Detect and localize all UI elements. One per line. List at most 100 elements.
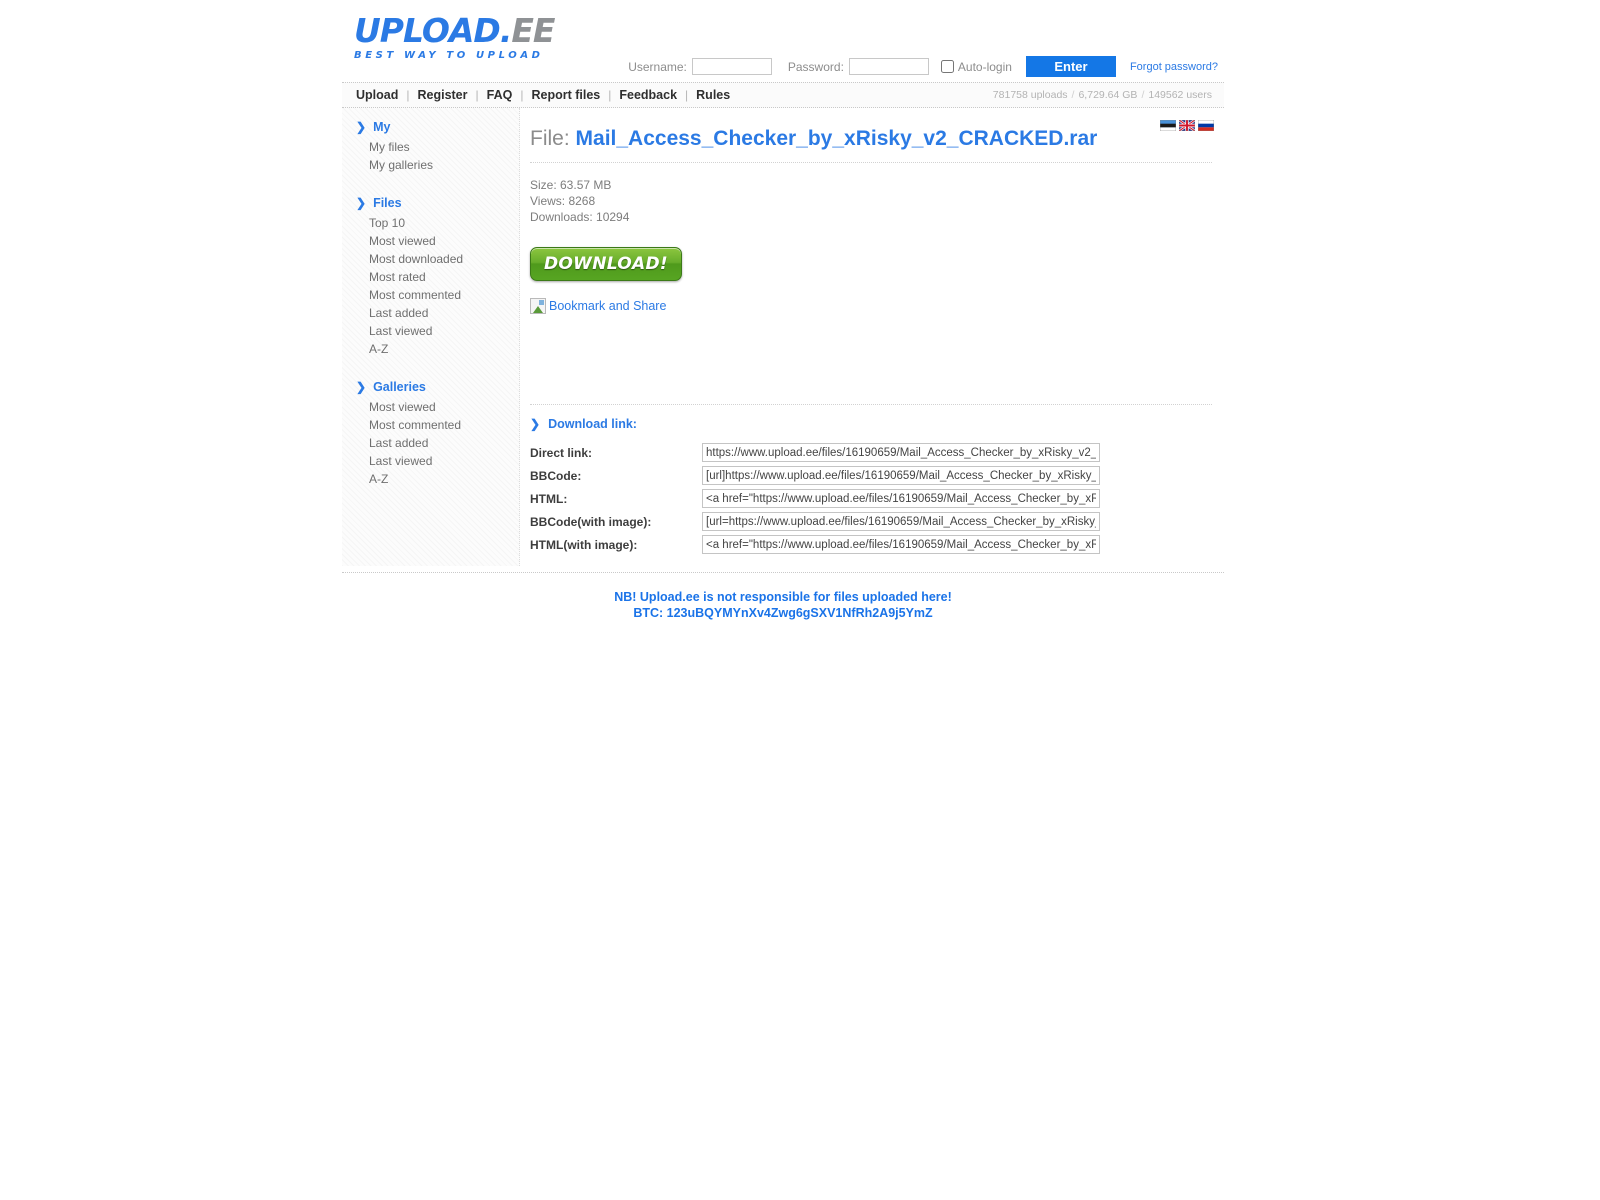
html-image-cell (702, 533, 1100, 556)
autologin-checkbox-wrap[interactable]: Auto-login (940, 59, 1012, 74)
logo-dot: . (499, 11, 513, 50)
bbcode-image-input[interactable] (702, 512, 1100, 531)
download-button[interactable]: DOWNLOAD! (530, 247, 682, 281)
nav-item-report-files[interactable]: Report files (531, 88, 600, 102)
stat-users: 149562 users (1148, 89, 1212, 101)
sidebar-item-most-commented[interactable]: Most commented (342, 286, 519, 304)
bbcode-image-cell (702, 510, 1100, 533)
password-label: Password: (787, 59, 844, 74)
body-row: ❯ My My files My galleries ❯ Files Top 1… (342, 108, 1224, 566)
sidebar-heading-my[interactable]: ❯ My (342, 120, 519, 138)
sidebar-heading-label: Files (373, 196, 402, 210)
sidebar-item-a-z[interactable]: A-Z (342, 340, 519, 358)
login-bar: Username: Password: Auto-login Enter For… (628, 56, 1218, 77)
page-title: File: Mail_Access_Checker_by_xRisky_v2_C… (530, 120, 1212, 163)
sidebar-item-gallery-last-viewed[interactable]: Last viewed (342, 452, 519, 470)
russian-flag-icon[interactable] (1198, 120, 1214, 131)
download-link-section: ❯ Download link: Direct link: https://ww… (530, 404, 1212, 556)
site-logo[interactable]: UPLOAD.EE BEST WAY TO UPLOAD (354, 11, 555, 62)
site-header: UPLOAD.EE BEST WAY TO UPLOAD Username: P… (342, 0, 1224, 82)
sidebar: ❯ My My files My galleries ❯ Files Top 1… (342, 108, 520, 566)
autologin-label: Auto-login (957, 59, 1012, 74)
nav-item-faq[interactable]: FAQ (487, 88, 513, 102)
sidebar-heading-label: My (373, 120, 391, 134)
sidebar-item-my-galleries[interactable]: My galleries (342, 156, 519, 174)
bookmark-share-label: Bookmark and Share (549, 299, 667, 313)
table-row: HTML: (530, 487, 1100, 510)
password-input[interactable] (848, 58, 929, 75)
file-size: Size: 63.57 MB (530, 178, 612, 192)
sidebar-item-my-files[interactable]: My files (342, 138, 519, 156)
sidebar-item-most-downloaded[interactable]: Most downloaded (342, 250, 519, 268)
nav-separator: | (608, 88, 612, 102)
html-cell (702, 487, 1100, 510)
enter-button[interactable]: Enter (1025, 56, 1116, 77)
logo-wordmark: UPLOAD.EE (354, 11, 555, 50)
sidebar-item-gallery-most-commented[interactable]: Most commented (342, 416, 519, 434)
download-link-heading: ❯ Download link: (530, 417, 1212, 431)
nav-separator: | (685, 88, 689, 102)
logo-text-ee: EE (511, 11, 555, 50)
file-meta: Size: 63.57 MB Views: 8268 Downloads: 10… (530, 177, 1212, 225)
sidebar-item-gallery-most-viewed[interactable]: Most viewed (342, 398, 519, 416)
main-nav: Upload | Register | FAQ | Report files |… (342, 82, 1224, 108)
html-image-input[interactable] (702, 535, 1100, 554)
html-input[interactable] (702, 489, 1100, 508)
chevron-right-icon: ❯ (356, 120, 367, 134)
bbcode-cell (702, 464, 1100, 487)
nav-separator: | (520, 88, 524, 102)
logo-text-upload: UPLOAD (354, 11, 501, 50)
nav-item-feedback[interactable]: Feedback (619, 88, 677, 102)
nav-item-register[interactable]: Register (417, 88, 467, 102)
username-input[interactable] (691, 58, 772, 75)
html-label: HTML: (530, 491, 568, 506)
table-row: HTML(with image): (530, 533, 1100, 556)
sidebar-item-most-viewed[interactable]: Most viewed (342, 232, 519, 250)
english-flag-icon[interactable] (1179, 120, 1195, 131)
stat-uploads: 781758 uploads (992, 89, 1068, 101)
sidebar-heading-galleries[interactable]: ❯ Galleries (342, 380, 519, 398)
chevron-right-icon: ❯ (356, 196, 367, 210)
language-switcher (1160, 120, 1214, 131)
download-button-wrap: DOWNLOAD! (530, 247, 1212, 281)
table-row: BBCode(with image): (530, 510, 1100, 533)
sidebar-item-most-rated[interactable]: Most rated (342, 268, 519, 286)
autologin-checkbox[interactable] (940, 60, 954, 73)
estonian-flag-icon[interactable] (1160, 120, 1176, 131)
sidebar-item-last-added[interactable]: Last added (342, 304, 519, 322)
sidebar-item-gallery-last-added[interactable]: Last added (342, 434, 519, 452)
logo-tagline: BEST WAY TO UPLOAD (354, 50, 544, 61)
nav-item-rules[interactable]: Rules (696, 88, 730, 102)
bookmark-and-share[interactable]: Bookmark and Share (530, 298, 1212, 314)
direct-link-input[interactable] (702, 443, 1100, 462)
download-link-heading-label: Download link: (548, 417, 637, 431)
html-image-label: HTML(with image): (530, 537, 638, 552)
table-row: Direct link: (530, 441, 1100, 464)
forgot-password-link[interactable]: Forgot password? (1130, 61, 1218, 73)
sidebar-group-my: ❯ My My files My galleries (342, 120, 519, 174)
sidebar-item-gallery-a-z[interactable]: A-Z (342, 470, 519, 488)
sidebar-heading-files[interactable]: ❯ Files (342, 196, 519, 214)
bbcode-image-label: BBCode(with image): (530, 514, 652, 529)
bbcode-input[interactable] (702, 466, 1100, 485)
footer-btc-address: BTC: 123uBQYMYnXv4Zwg6gSXV1NfRh2A9j5YmZ (633, 606, 933, 620)
sidebar-item-last-viewed[interactable]: Last viewed (342, 322, 519, 340)
stat-separator: / (1071, 89, 1075, 101)
nav-separator: | (475, 88, 479, 102)
site-container: UPLOAD.EE BEST WAY TO UPLOAD Username: P… (342, 0, 1224, 621)
table-row: BBCode: (530, 464, 1100, 487)
direct-link-label: Direct link: (530, 445, 593, 460)
username-label: Username: (628, 59, 687, 74)
download-links-table: Direct link: BBCode: (530, 441, 1100, 556)
site-stats: 781758 uploads/6,729.64 GB/149562 users (993, 89, 1212, 101)
nav-item-upload[interactable]: Upload (356, 88, 398, 102)
site-footer: NB! Upload.ee is not responsible for fil… (342, 573, 1224, 621)
direct-link-cell (702, 441, 1100, 464)
sidebar-group-files: ❯ Files Top 10 Most viewed Most download… (342, 196, 519, 358)
file-views: Views: 8268 (530, 194, 596, 208)
file-downloads: Downloads: 10294 (530, 210, 630, 224)
sidebar-heading-label: Galleries (373, 380, 426, 394)
file-title-label: File: (530, 127, 570, 150)
sidebar-item-top-10[interactable]: Top 10 (342, 214, 519, 232)
